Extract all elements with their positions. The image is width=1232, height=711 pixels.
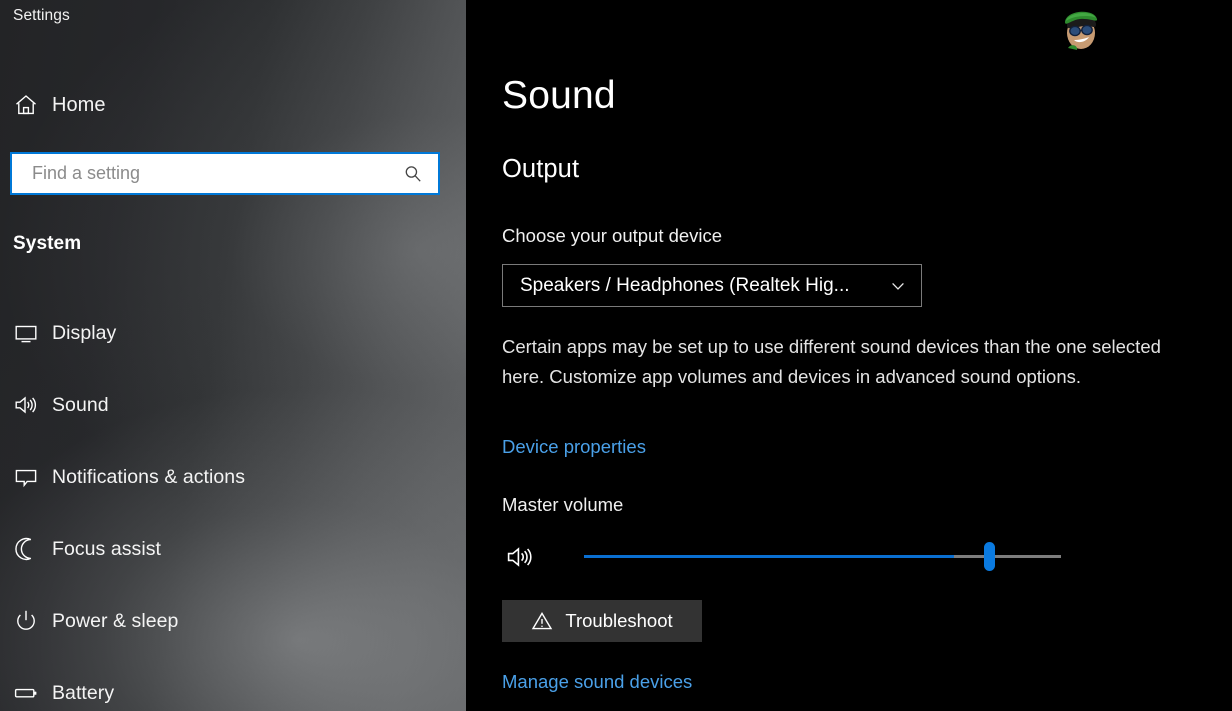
- troubleshoot-button[interactable]: Troubleshoot: [502, 600, 702, 642]
- speaker-icon: [0, 392, 52, 418]
- monitor-icon: [0, 320, 52, 346]
- watermark-logo: [1054, 2, 1106, 54]
- sidebar-item-battery[interactable]: Battery: [0, 670, 466, 711]
- sidebar-item-power-sleep[interactable]: Power & sleep: [0, 598, 466, 644]
- window-title: Settings: [13, 7, 70, 24]
- master-volume-label: Master volume: [502, 494, 624, 515]
- sidebar-item-focus-assist-label: Focus assist: [52, 537, 161, 560]
- sidebar-item-home[interactable]: Home: [0, 82, 466, 128]
- output-device-dropdown[interactable]: Speakers / Headphones (Realtek Hig...: [502, 264, 922, 307]
- sidebar-item-sound-label: Sound: [52, 393, 109, 416]
- search-box[interactable]: [10, 152, 440, 195]
- main-content: Sound Output Choose your output device S…: [466, 0, 1232, 711]
- moon-icon: [0, 536, 52, 562]
- sidebar-item-sound[interactable]: Sound: [0, 382, 466, 428]
- output-description: Certain apps may be set up to use differ…: [502, 336, 1161, 387]
- search-input[interactable]: [12, 154, 396, 193]
- power-icon: [0, 608, 52, 634]
- battery-icon: [0, 680, 52, 706]
- chat-bubble-icon: [0, 464, 52, 490]
- chevron-down-icon: [887, 277, 909, 295]
- sidebar-item-focus-assist[interactable]: Focus assist: [0, 526, 466, 572]
- slider-thumb[interactable]: [984, 542, 995, 571]
- output-device-selected-value: Speakers / Headphones (Realtek Hig...: [520, 274, 850, 296]
- settings-window: Settings Home System: [0, 0, 1232, 711]
- section-title-output: Output: [502, 155, 580, 183]
- manage-sound-devices-link[interactable]: Manage sound devices: [502, 671, 692, 693]
- speaker-icon[interactable]: [502, 541, 540, 573]
- output-device-label: Choose your output device: [502, 225, 723, 246]
- troubleshoot-button-label: Troubleshoot: [565, 610, 673, 631]
- warning-triangle-icon: [531, 610, 553, 632]
- sidebar-item-notifications[interactable]: Notifications & actions: [0, 454, 466, 500]
- sidebar-section-header: System: [13, 233, 82, 254]
- sidebar-item-display[interactable]: Display: [0, 310, 466, 356]
- sidebar-item-power-sleep-label: Power & sleep: [52, 609, 179, 632]
- page-title: Sound: [502, 74, 616, 117]
- device-properties-link[interactable]: Device properties: [502, 436, 646, 458]
- sidebar: Settings Home System: [0, 0, 466, 711]
- search-icon[interactable]: [396, 157, 430, 191]
- master-volume-slider[interactable]: [502, 533, 1202, 581]
- home-icon: [0, 92, 52, 118]
- slider-fill: [584, 555, 954, 558]
- sidebar-item-display-label: Display: [52, 321, 117, 344]
- sidebar-item-notifications-label: Notifications & actions: [52, 465, 245, 488]
- sidebar-item-home-label: Home: [52, 93, 106, 116]
- sidebar-item-battery-label: Battery: [52, 681, 115, 704]
